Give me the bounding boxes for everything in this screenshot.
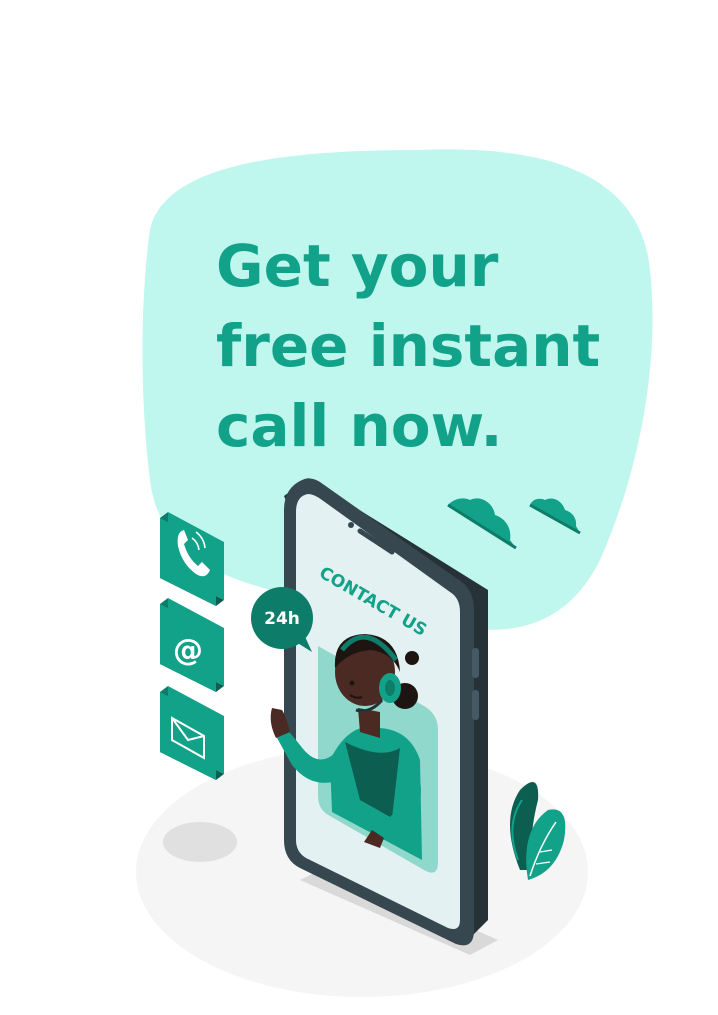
illustration-canvas: CONTACT US 24h @ (136, 149, 653, 997)
availability-badge: 24h (251, 587, 313, 652)
at-sign-icon[interactable]: @ (160, 598, 224, 692)
phone-camera (348, 522, 354, 528)
ground-spot (163, 822, 237, 862)
illustration-scene: CONTACT US 24h @ (0, 0, 718, 1011)
svg-text:@: @ (173, 633, 203, 668)
headline-line-3: call now. (216, 392, 503, 460)
availability-badge-label: 24h (264, 609, 300, 629)
phone-button-upper (472, 648, 479, 678)
headline-line-1: Get your (216, 232, 499, 300)
phone-button-lower (472, 690, 479, 720)
envelope-icon[interactable] (160, 686, 224, 780)
headline: Get your free instant call now. (216, 226, 636, 466)
headline-line-2: free instant (216, 312, 601, 380)
